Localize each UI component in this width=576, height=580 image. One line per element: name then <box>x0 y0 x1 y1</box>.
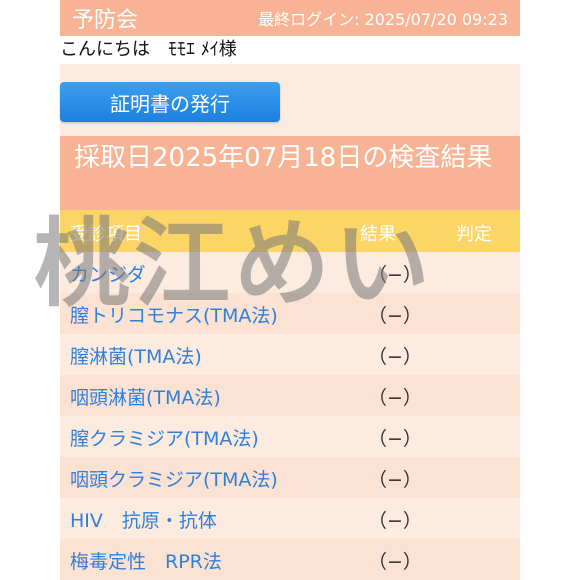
result-title: 採取日2025年07月18日の検査結果 <box>74 143 493 173</box>
app-header: 予防会 最終ログイン: 2025/07/20 09:23 <box>60 0 520 36</box>
last-login-info: 最終ログイン: 2025/07/20 09:23 <box>258 10 508 29</box>
test-result-value: （−） <box>368 551 422 573</box>
test-item-name[interactable]: 咽頭クラミジア(TMA法) <box>70 465 278 492</box>
result-title-bar: 採取日2025年07月18日の検査結果 <box>60 136 520 210</box>
test-result-value: （−） <box>368 428 422 450</box>
table-row: HIV 抗原・抗体 （−） <box>60 498 520 539</box>
test-item-name[interactable]: 咽頭淋菌(TMA法) <box>70 383 221 410</box>
test-result-value: （−） <box>368 510 422 532</box>
test-result-value: （−） <box>368 469 422 491</box>
test-item-name[interactable]: 膣淋菌(TMA法) <box>70 342 202 369</box>
test-result-value: （−） <box>368 387 422 409</box>
test-item-name[interactable]: 梅毒定性 RPR法 <box>70 547 222 574</box>
table-row: 梅毒定性 RPR法 （−） <box>60 539 520 580</box>
brand-title: 予防会 <box>72 8 139 33</box>
test-item-name[interactable]: HIV 抗原・抗体 <box>70 506 217 533</box>
table-row: 膣淋菌(TMA法) （−） <box>60 334 520 375</box>
test-item-name[interactable]: 膣クラミジア(TMA法) <box>70 424 259 451</box>
table-row: 咽頭クラミジア(TMA法) （−） <box>60 457 520 498</box>
test-result-value: （−） <box>368 346 422 368</box>
greeting-text: こんにちは ﾓﾓｴ ﾒｲ様 <box>60 36 520 64</box>
issue-certificate-button[interactable]: 証明書の発行 <box>60 82 280 122</box>
name-watermark-overlay: 桃江めい <box>34 208 434 320</box>
header-judgement: 判定 <box>456 224 492 245</box>
table-row: 膣クラミジア(TMA法) （−） <box>60 416 520 457</box>
table-row: 咽頭淋菌(TMA法) （−） <box>60 375 520 416</box>
